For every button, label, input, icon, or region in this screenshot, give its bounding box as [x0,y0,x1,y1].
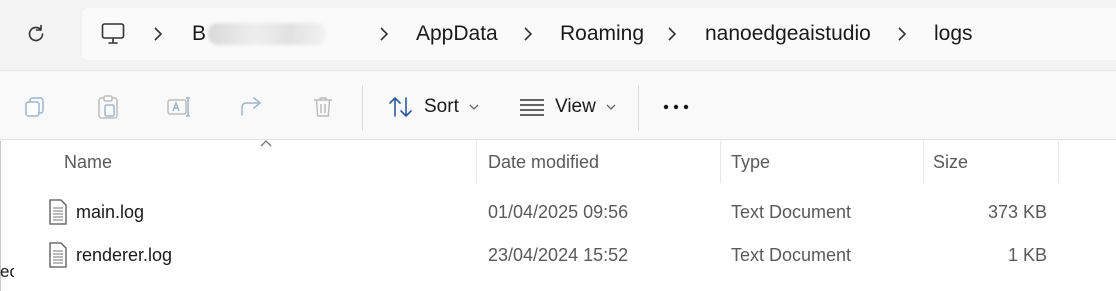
table-row[interactable]: renderer.log 23/04/2024 15:52 Text Docum… [0,234,1116,276]
toolbar-divider [362,85,363,131]
file-list: Name Date modified Type Size main.log 01… [0,140,1116,291]
file-name: main.log [76,201,145,222]
paste-button[interactable] [94,93,122,121]
chevron-right-icon[interactable] [152,8,164,60]
column-header-date[interactable]: Date modified [488,141,599,183]
file-size: 373 KB [987,201,1047,222]
sort-ascending-icon [260,140,272,147]
chevron-down-icon [469,104,479,110]
delete-button[interactable] [309,93,337,121]
text-file-icon [49,199,67,225]
file-date: 23/04/2024 15:52 [488,244,629,265]
refresh-button[interactable] [18,16,54,52]
column-divider[interactable] [923,141,924,183]
paste-icon [98,95,118,119]
file-type: Text Document [731,244,852,265]
column-header-type[interactable]: Type [731,141,770,183]
text-file-icon [49,242,67,268]
chevron-right-icon[interactable] [378,8,390,60]
share-button[interactable] [237,93,265,121]
file-type: Text Document [731,201,852,222]
view-button[interactable]: View [519,91,616,123]
table-row[interactable]: main.log 01/04/2025 09:56 Text Document … [0,191,1116,233]
chevron-right-icon[interactable] [896,8,908,60]
chevron-right-icon[interactable] [522,8,534,60]
rename-icon [167,97,190,117]
crumb-user-label: B [192,22,207,45]
command-bar: Sort View [0,70,1116,140]
sort-button[interactable]: Sort [388,91,479,123]
sort-label: Sort [424,96,459,117]
redacted-text [208,23,327,45]
crumb-roaming[interactable]: Roaming [560,8,644,60]
copy-button[interactable] [21,93,49,121]
column-divider[interactable] [720,141,721,183]
more-options-button[interactable] [660,91,692,123]
copy-icon [25,97,44,117]
column-header-name[interactable]: Name [64,141,112,183]
address-bar-row: B AppData Roaming nanoedgeaistudio logs [0,0,1116,70]
view-list-icon [520,99,544,116]
breadcrumb[interactable]: B AppData Roaming nanoedgeaistudio logs [82,8,1116,60]
share-icon [241,97,261,116]
rename-button[interactable] [165,93,193,121]
truncated-nav-label: ec [0,262,14,281]
computer-icon [101,23,125,44]
computer-icon-wrap[interactable] [100,21,126,52]
crumb-appdata[interactable]: AppData [416,8,498,60]
sort-icon [389,97,412,117]
crumb-logs[interactable]: logs [934,8,973,60]
column-divider[interactable] [1058,141,1059,183]
delete-icon [314,97,332,117]
toolbar-divider [638,85,639,131]
column-divider[interactable] [476,141,477,183]
crumb-user[interactable]: B [192,8,327,60]
file-name: renderer.log [76,244,173,265]
column-header-size[interactable]: Size [933,141,968,183]
crumb-nanoedgeaistudio[interactable]: nanoedgeaistudio [705,8,871,60]
more-icon [663,104,689,110]
chevron-down-icon [606,104,616,110]
view-label: View [555,96,596,117]
refresh-icon [28,24,44,42]
file-date: 01/04/2025 09:56 [488,201,629,222]
file-size: 1 KB [1007,244,1047,265]
chevron-right-icon[interactable] [666,8,678,60]
